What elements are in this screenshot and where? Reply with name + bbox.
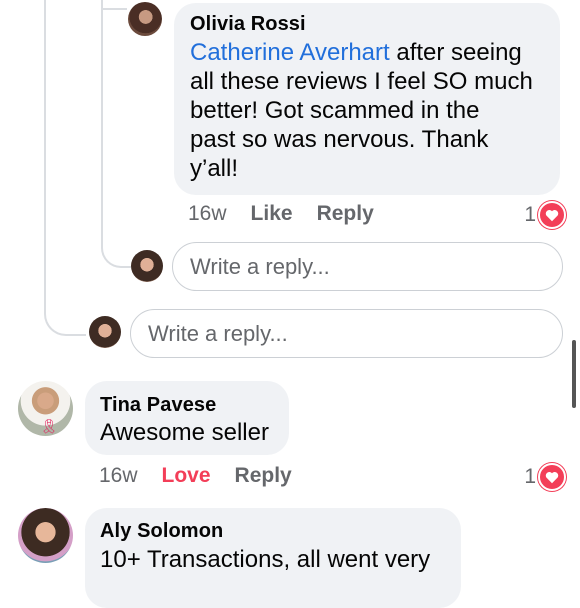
comment-text: Awesome seller [100,419,269,446]
comment-timestamp[interactable]: 16w [99,464,138,488]
mention-link[interactable]: Catherine Averhart [190,39,390,66]
comment-text-line: better! Got scammed in the [190,97,480,124]
comment-text-line: y’all! [190,155,239,182]
comment-author[interactable]: Tina Pavese [100,394,289,417]
like-button[interactable]: Like [251,202,293,226]
reaction-count: 1 [524,465,536,488]
comment-text: Catherine Averhart after seeing all thes… [190,38,560,183]
heart-icon [538,201,566,229]
reply-placeholder: Write a reply... [148,320,288,346]
thread-line-outer [44,0,86,336]
comment-bubble-aly: Aly Solomon 10+ Transactions, all went v… [85,508,461,608]
thread-line-top [101,8,127,10]
avatar-current-user [131,250,163,282]
avatar-tina-pavese[interactable]: 🎗 [18,381,73,436]
thread-line-inner [101,0,131,268]
comment-text-line: after seeing [389,39,522,66]
comment-author[interactable]: Aly Solomon [100,520,461,543]
avatar-aly-solomon[interactable] [18,508,73,563]
ribbon-icon: 🎗 [40,418,58,434]
comment-actions: 16w Love Reply [99,464,316,488]
comment-timestamp[interactable]: 16w [188,202,227,226]
avatar-current-user [89,316,121,348]
reply-input-inner[interactable]: Write a reply... [172,242,563,291]
comment-bubble-olivia: Olivia Rossi Catherine Averhart after se… [174,3,560,195]
heart-icon [538,463,566,491]
love-button[interactable]: Love [162,464,211,488]
comment-bubble-tina: Tina Pavese Awesome seller [85,381,289,455]
reaction-count: 1 [524,203,536,226]
scrollbar[interactable] [572,340,576,408]
comment-text-line: all these reviews I feel SO much [190,68,533,95]
comment-actions: 16w Like Reply [188,202,398,226]
comment-text: 10+ Transactions, all went very [100,546,431,573]
avatar-olivia-rossi[interactable] [128,2,162,36]
reply-input-outer[interactable]: Write a reply... [130,309,563,358]
reply-button[interactable]: Reply [317,202,374,226]
reply-placeholder: Write a reply... [190,253,330,279]
reply-button[interactable]: Reply [235,464,292,488]
comment-text-line: past so was nervous. Thank [190,126,489,153]
comment-author[interactable]: Olivia Rossi [190,13,560,36]
reaction-summary[interactable]: 1 [524,463,566,491]
reaction-summary[interactable]: 1 [524,201,566,229]
